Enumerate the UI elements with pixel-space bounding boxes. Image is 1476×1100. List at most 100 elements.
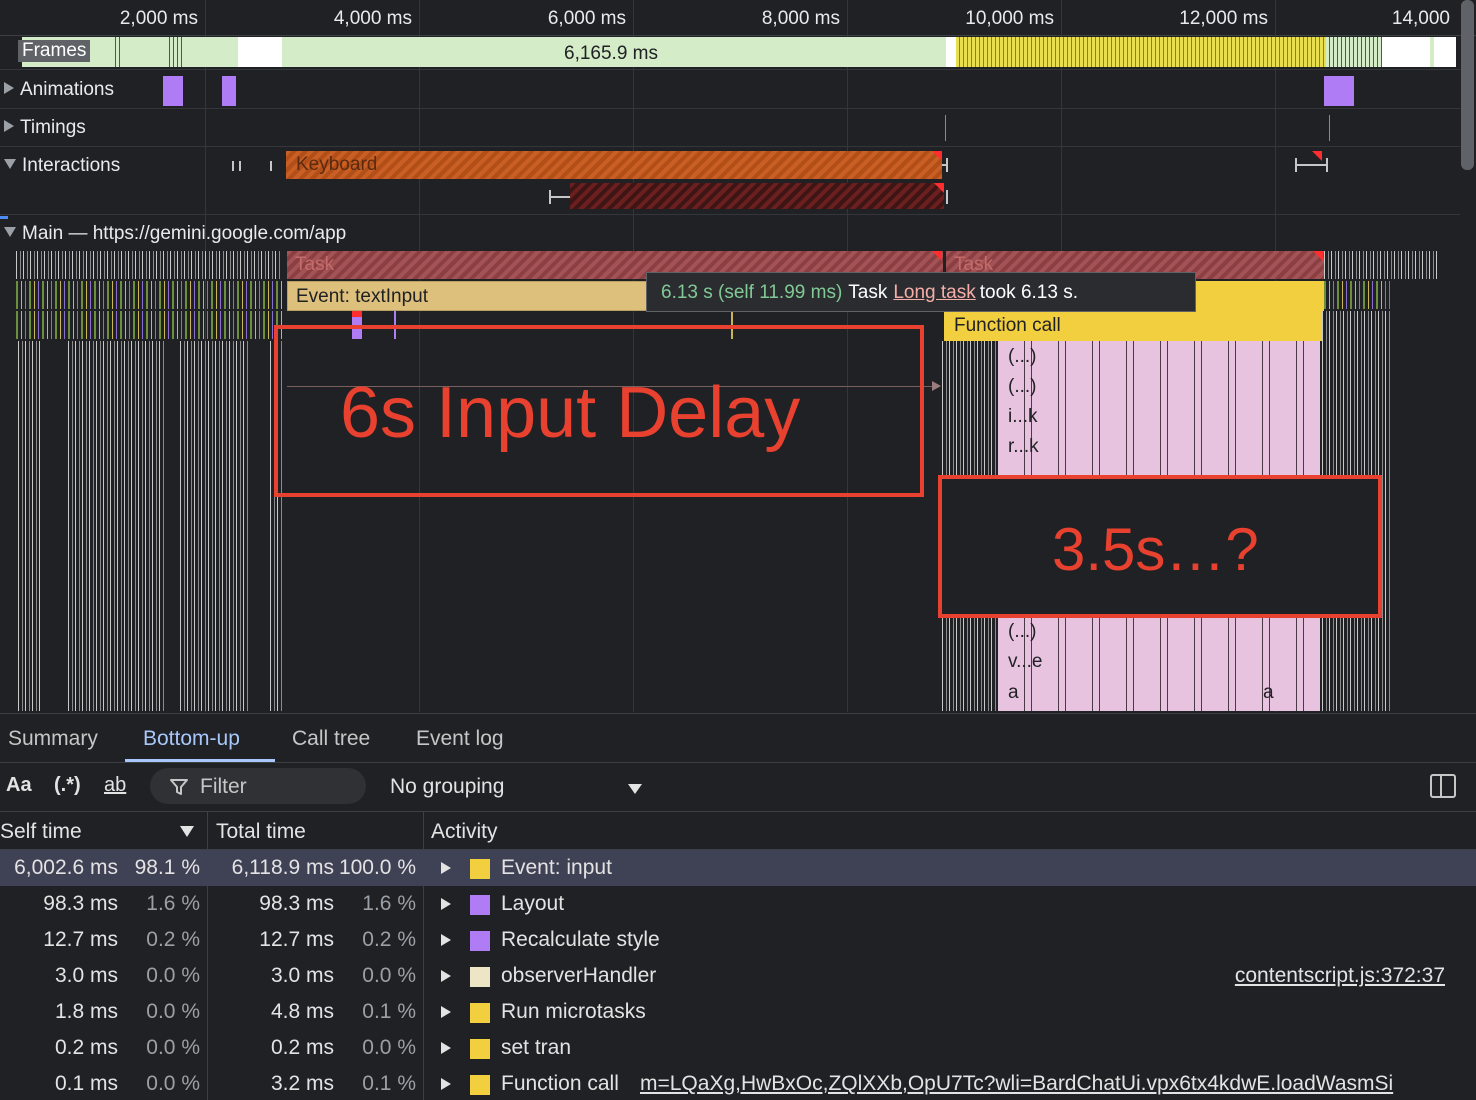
category-swatch	[470, 1039, 490, 1059]
interaction-marker[interactable]	[232, 161, 234, 171]
call-stack-slices[interactable]	[180, 341, 250, 711]
animation-block[interactable]	[1324, 76, 1354, 106]
keyboard-interaction-bar[interactable]	[286, 151, 942, 179]
whole-word-button[interactable]: ab	[104, 774, 126, 797]
tab-summary[interactable]: Summary	[8, 727, 98, 751]
animations-track[interactable]	[0, 70, 1460, 109]
event-slices[interactable]	[16, 281, 282, 309]
frame-segment[interactable]	[1382, 37, 1430, 67]
total-time-value: 3.2 ms	[270, 1072, 334, 1095]
animations-track-toggle[interactable]: Animations	[4, 79, 114, 101]
total-time-percent: 100.0 %	[338, 856, 416, 879]
self-time-percent: 0.0 %	[146, 1000, 200, 1023]
grouping-select[interactable]: No grouping	[390, 775, 504, 799]
frame-segment[interactable]	[946, 37, 956, 67]
self-time-percent: 98.1 %	[134, 856, 200, 879]
regex-button[interactable]: (.*)	[54, 774, 81, 797]
timeline-scrollbar[interactable]	[1461, 0, 1474, 170]
main-thread-label: Main — https://gemini.google.com/app	[22, 223, 347, 244]
source-link[interactable]: m=LQaXg,HwBxOc,ZQlXXb,OpU7Tc?wli=BardCha…	[640, 1072, 1393, 1096]
source-link[interactable]: contentscript.js:372:37	[1235, 964, 1445, 988]
table-row[interactable]: 12.7 ms 0.2 % 12.7 ms 0.2 % Recalculate styl…	[0, 922, 1476, 958]
self-time-value: 0.2 ms	[54, 1036, 118, 1059]
tab-event-log[interactable]: Event log	[416, 727, 504, 751]
call-stack-slices[interactable]	[68, 341, 164, 711]
total-time-percent: 1.6 %	[362, 892, 416, 915]
frame-segment[interactable]	[166, 37, 184, 67]
interaction-marker[interactable]	[239, 161, 241, 171]
event-slices[interactable]	[1324, 281, 1390, 309]
tooltip-description: took 6.13 s.	[979, 282, 1078, 303]
timing-marker[interactable]	[945, 115, 946, 141]
timing-marker[interactable]	[1329, 115, 1330, 141]
animation-block[interactable]	[163, 76, 183, 106]
animation-block[interactable]	[222, 76, 236, 106]
tab-bottom-up[interactable]: Bottom-up	[143, 727, 240, 751]
stack-frame[interactable]: i...k	[1008, 406, 1038, 428]
task-slices[interactable]	[16, 251, 282, 279]
call-slices[interactable]	[16, 311, 282, 339]
expand-row-icon[interactable]	[441, 1078, 451, 1090]
long-task-link[interactable]: Long task	[893, 282, 975, 303]
sidebar-toggle-icon[interactable]	[1430, 774, 1456, 798]
total-time-percent: 0.2 %	[362, 928, 416, 951]
frame-segment[interactable]	[112, 37, 122, 67]
table-row[interactable]: 3.0 ms 0.0 % 3.0 ms 0.0 % observerHandler con…	[0, 958, 1476, 994]
stack-frame[interactable]: r...k	[1008, 436, 1039, 458]
interaction-delay-bar[interactable]	[570, 183, 944, 209]
main-thread-toggle[interactable]: Main — https://gemini.google.com/app	[4, 223, 346, 245]
task-slices[interactable]	[1324, 251, 1440, 279]
total-time-value: 4.8 ms	[270, 1000, 334, 1023]
activity-name: set tran	[501, 1036, 572, 1059]
interaction-marker[interactable]	[270, 161, 272, 171]
self-time-percent: 0.0 %	[146, 1072, 200, 1095]
total-time-percent: 0.0 %	[362, 964, 416, 987]
stack-frame[interactable]: v...e	[1008, 651, 1043, 673]
stack-frame[interactable]: (...)	[1008, 621, 1037, 643]
ruler-tick: 6,000 ms	[547, 8, 626, 29]
frame-segment-partial[interactable]	[956, 37, 1326, 67]
chevron-down-icon[interactable]	[628, 784, 642, 794]
frame-segment[interactable]	[1326, 37, 1382, 67]
stack-frame[interactable]: a	[1263, 682, 1274, 704]
stack-frame[interactable]: (...)	[1008, 376, 1037, 398]
table-row[interactable]: 0.1 ms 0.0 % 3.2 ms 0.1 % Function call m=LQa…	[0, 1066, 1476, 1100]
table-header: Self time Total time Activity	[0, 812, 1476, 850]
long-interaction-flag	[934, 183, 944, 193]
expand-row-icon[interactable]	[441, 1042, 451, 1054]
expand-row-icon[interactable]	[441, 970, 451, 982]
ruler-tick: 12,000 ms	[1179, 8, 1268, 29]
column-total-time[interactable]: Total time	[216, 820, 306, 844]
expand-row-icon[interactable]	[441, 862, 451, 874]
match-case-button[interactable]: Aa	[6, 774, 32, 797]
long-interaction-flag	[1312, 151, 1322, 161]
tab-call-tree[interactable]: Call tree	[292, 727, 370, 751]
table-row[interactable]: 1.8 ms 0.0 % 4.8 ms 0.1 % Run microtasks	[0, 994, 1476, 1030]
sort-descending-icon[interactable]	[180, 826, 194, 837]
frame-segment[interactable]	[238, 37, 282, 67]
column-activity[interactable]: Activity	[431, 820, 498, 844]
stack-frame[interactable]: a	[1008, 682, 1019, 704]
self-time-value: 6,002.6 ms	[14, 856, 118, 879]
expand-row-icon[interactable]	[441, 1006, 451, 1018]
table-row[interactable]: 98.3 ms 1.6 % 98.3 ms 1.6 % Layout	[0, 886, 1476, 922]
category-swatch	[470, 1075, 490, 1095]
column-self-time[interactable]: Self time	[0, 820, 82, 844]
total-time-value: 98.3 ms	[259, 892, 334, 915]
time-ruler[interactable]: 2,000 ms 4,000 ms 6,000 ms 8,000 ms 10,0…	[0, 0, 1476, 36]
interactions-track-toggle[interactable]: Interactions	[4, 155, 120, 177]
long-task-flag	[1313, 251, 1323, 261]
expand-row-icon[interactable]	[441, 898, 451, 910]
expand-row-icon[interactable]	[441, 934, 451, 946]
frame-segment[interactable]	[1434, 37, 1456, 67]
timings-track-toggle[interactable]: Timings	[4, 117, 86, 139]
function-call-bar[interactable]: Function call	[944, 311, 1322, 341]
stack-frame[interactable]: (...)	[1008, 346, 1037, 368]
expand-arrow-icon	[4, 82, 14, 94]
table-row[interactable]: 6,002.6 ms 98.1 % 6,118.9 ms 100.0 % Event: …	[0, 850, 1476, 886]
call-stack-slices[interactable]	[18, 341, 40, 711]
timings-track[interactable]	[0, 109, 1460, 147]
table-row[interactable]: 0.2 ms 0.0 % 0.2 ms 0.0 % set tran	[0, 1030, 1476, 1066]
category-swatch	[470, 967, 490, 987]
task-tooltip: 6.13 s (self 11.99 ms) Task Long task took …	[646, 272, 1196, 312]
